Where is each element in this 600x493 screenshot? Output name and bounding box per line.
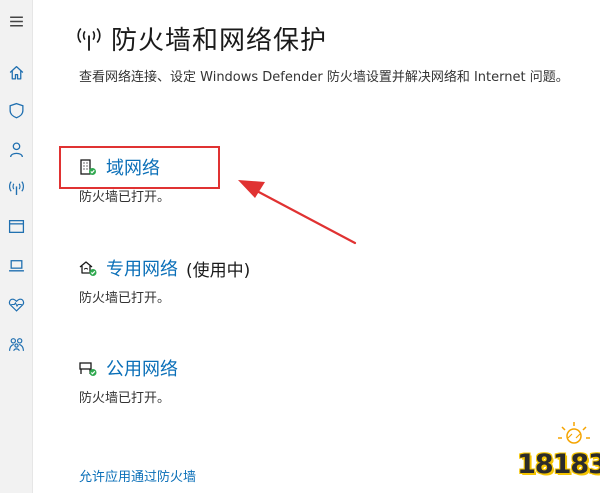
private-network-house-icon [79,261,97,276]
wireless-antenna-icon [77,27,101,51]
sidebar-item-home[interactable] [0,57,33,87]
family-icon [9,337,24,351]
laptop-icon [9,259,24,272]
sidebar-item-device-health[interactable] [0,289,33,319]
heart-pulse-icon [8,298,25,312]
sidebar [0,0,33,493]
page-description: 查看网络连接、设定 Windows Defender 防火墙设置并解决网络和 I… [79,70,569,85]
network-public-link[interactable]: 公用网络 [106,355,178,381]
page-header: 防火墙和网络保护 [75,20,327,57]
watermark-logo: 18183 [488,418,600,488]
home-icon [9,65,24,80]
main-content: 防火墙和网络保护 查看网络连接、设定 Windows Defender 防火墙设… [33,0,600,493]
network-public-status: 防火墙已打开。 [79,391,171,406]
hamburger-menu-icon [10,16,23,26]
person-icon [10,141,23,157]
browser-window-icon [8,219,25,233]
allow-app-through-firewall-link[interactable]: 允许应用通过防火墙 [79,466,196,485]
annotation-highlight-box [59,146,220,189]
sidebar-item-family-options[interactable] [0,329,33,359]
network-private-link[interactable]: 专用网络 [106,255,178,281]
public-network-bench-icon [79,362,97,376]
wireless-antenna-icon [9,180,24,195]
watermark-text: 18183 [517,449,600,480]
network-private-title-row[interactable]: 专用网络 (使用中) [78,255,250,281]
sidebar-item-account-protection[interactable] [0,134,33,164]
network-private-status: 防火墙已打开。 [79,291,171,306]
sidebar-item-firewall[interactable] [0,172,33,202]
menu-button[interactable] [0,6,33,36]
network-public: 公用网络 防火墙已打开。 [78,355,178,406]
network-public-title-row[interactable]: 公用网络 [78,355,178,381]
network-private-in-use-tag: (使用中) [186,260,251,281]
network-private: 专用网络 (使用中) 防火墙已打开。 [78,255,250,306]
sidebar-item-app-browser-control[interactable] [0,211,33,241]
page-title: 防火墙和网络保护 [111,26,328,56]
sidebar-item-virus-protection[interactable] [0,95,33,125]
shield-icon [9,102,24,118]
sidebar-item-device-security[interactable] [0,250,33,280]
